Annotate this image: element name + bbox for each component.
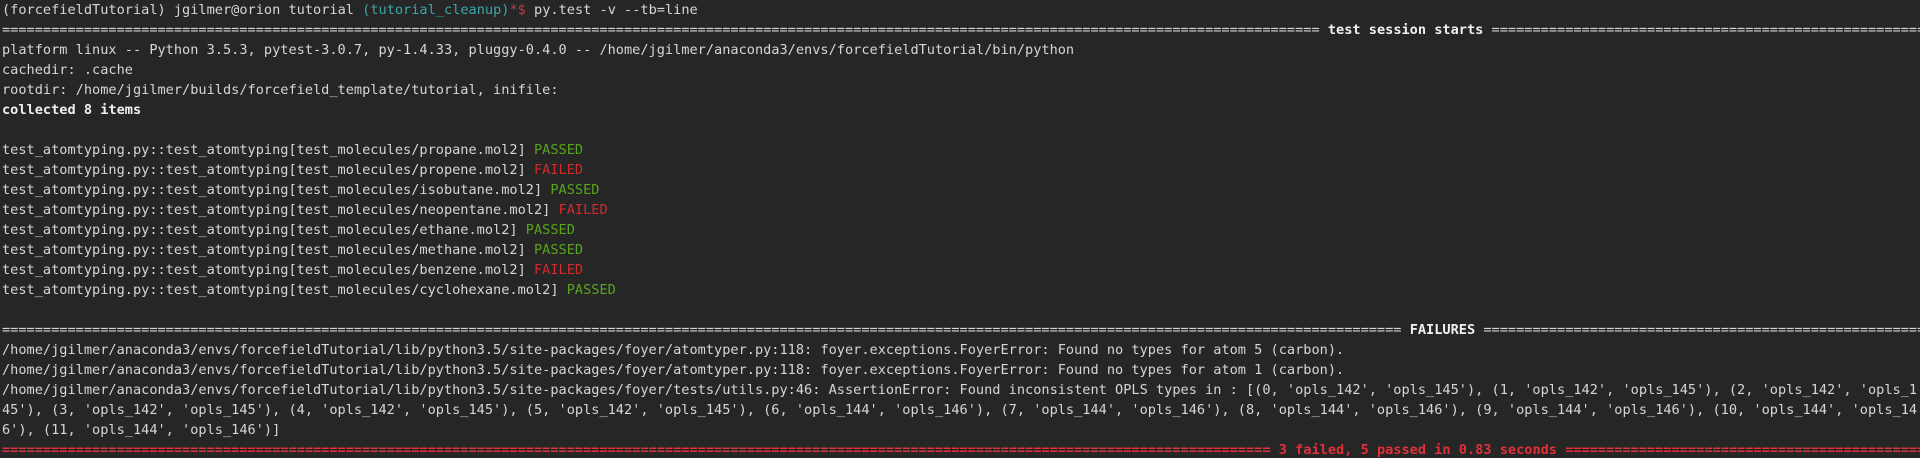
test-name: test_atomtyping.py::test_atomtyping[test… (2, 202, 551, 218)
test-results-list: test_atomtyping.py::test_atomtyping[test… (2, 140, 1920, 300)
session-header: ========================================… (2, 20, 1920, 40)
terminal-window[interactable]: (forcefieldTutorial) jgilmer@orion tutor… (0, 0, 1920, 458)
status-passed: PASSED (533, 142, 584, 158)
test-result-row: test_atomtyping.py::test_atomtyping[test… (2, 260, 1920, 280)
summary-text: 3 failed, 5 passed in 0.83 seconds (1278, 442, 1557, 458)
rootdir-line: rootdir: /home/jgilmer/builds/forcefield… (2, 82, 559, 98)
prompt-env: (forcefieldTutorial) (2, 2, 166, 18)
test-result-row: test_atomtyping.py::test_atomtyping[test… (2, 200, 1920, 220)
failure-line: /home/jgilmer/anaconda3/envs/forcefieldT… (2, 382, 1918, 438)
status-failed: FAILED (533, 262, 584, 278)
cachedir-line: cachedir: .cache (2, 62, 133, 78)
status-failed: FAILED (558, 202, 608, 218)
session-header-rule-right: ========================================… (1491, 22, 1920, 38)
test-name: test_atomtyping.py::test_atomtyping[test… (2, 242, 526, 258)
test-result-row: test_atomtyping.py::test_atomtyping[test… (2, 240, 1920, 260)
prompt-cwd: tutorial (288, 2, 354, 18)
test-name: test_atomtyping.py::test_atomtyping[test… (2, 142, 526, 158)
session-header-title: test session starts (1327, 22, 1484, 38)
test-name: test_atomtyping.py::test_atomtyping[test… (2, 182, 543, 198)
test-name: test_atomtyping.py::test_atomtyping[test… (2, 282, 559, 298)
status-failed: FAILED (533, 162, 584, 178)
test-result-row: test_atomtyping.py::test_atomtyping[test… (2, 280, 1920, 300)
failures-header: ========================================… (2, 320, 1920, 340)
prompt-command[interactable]: py.test -v --tb=line (534, 2, 698, 18)
failures-header-title: FAILURES (1409, 322, 1476, 338)
status-passed: PASSED (533, 242, 584, 258)
test-name: test_atomtyping.py::test_atomtyping[test… (2, 222, 518, 238)
prompt-user-host: jgilmer@orion (173, 2, 281, 18)
prompt-branch: (tutorial_cleanup) (362, 2, 510, 18)
failure-line: /home/jgilmer/anaconda3/envs/forcefieldT… (2, 342, 1345, 358)
summary-rule-left: ========================================… (2, 442, 1271, 458)
test-name: test_atomtyping.py::test_atomtyping[test… (2, 262, 526, 278)
platform-line: platform linux -- Python 3.5.3, pytest-3… (2, 42, 1075, 58)
summary-line: ========================================… (2, 440, 1920, 458)
failures-header-rule-left: ========================================… (2, 322, 1402, 338)
test-result-row: test_atomtyping.py::test_atomtyping[test… (2, 140, 1920, 160)
failures-header-rule-right: ========================================… (1483, 322, 1920, 338)
summary-rule-right: ========================================… (1565, 442, 1920, 458)
session-header-rule-left: ========================================… (2, 22, 1320, 38)
test-result-row: test_atomtyping.py::test_atomtyping[test… (2, 220, 1920, 240)
prompt-symbol: *$ (509, 2, 526, 18)
status-passed: PASSED (566, 282, 616, 298)
test-name: test_atomtyping.py::test_atomtyping[test… (2, 162, 526, 178)
status-passed: PASSED (525, 222, 575, 238)
status-passed: PASSED (550, 182, 600, 198)
test-result-row: test_atomtyping.py::test_atomtyping[test… (2, 160, 1920, 180)
collected-line: collected 8 items (2, 102, 142, 118)
prompt-line: (forcefieldTutorial) jgilmer@orion tutor… (2, 0, 1920, 20)
failure-line: /home/jgilmer/anaconda3/envs/forcefieldT… (2, 362, 1345, 378)
test-result-row: test_atomtyping.py::test_atomtyping[test… (2, 180, 1920, 200)
